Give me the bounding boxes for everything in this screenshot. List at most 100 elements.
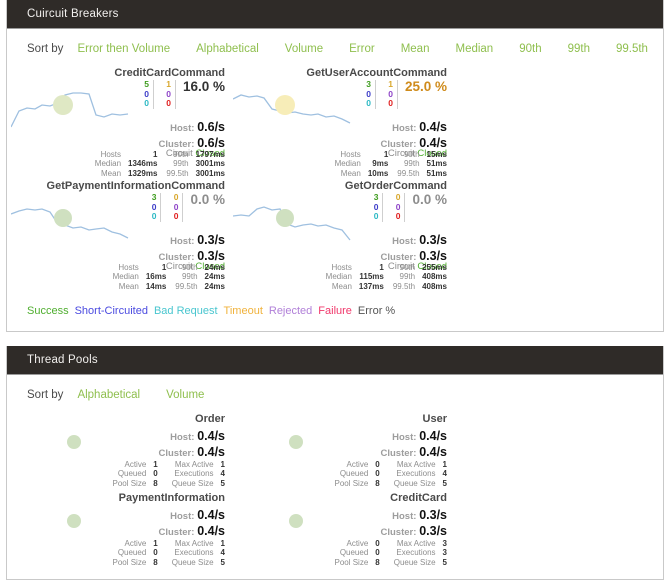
thread-pools-body: Sort by Alphabetical Volume Order Host: 0.4… <box>7 375 663 579</box>
rate-block: Host: 0.4/s Cluster: 0.4/s <box>381 429 448 461</box>
circuit-sort-volume[interactable]: Volume <box>285 43 323 55</box>
hosts-value: 1 <box>161 262 167 272</box>
pool-size-value: 8 <box>375 478 380 488</box>
bad-request-count: 0 <box>144 98 149 108</box>
volume-blip <box>53 95 73 115</box>
cluster-rate-label: Cluster: <box>380 527 417 538</box>
volume-blip <box>289 435 303 449</box>
p90-label: 90th <box>173 149 189 159</box>
p90-value: 15ms <box>426 149 447 159</box>
threadpool-sort-alphabetical[interactable]: Alphabetical <box>77 389 140 401</box>
sparkline-chart <box>11 194 131 246</box>
host-rate-label: Host: <box>170 236 195 247</box>
p90-value: 255ms <box>422 262 447 272</box>
circuit-breaker-card[interactable]: GetOrderCommand 3 0 0 0 0 0 0.0 % Host: 0.3/s Clu… <box>231 180 453 293</box>
thread-pools-panel: Thread Pools Sort by Alphabetical Volume O… <box>6 346 664 580</box>
circuit-breaker-card[interactable]: GetUserAccountCommand 3 0 0 1 0 0 25.0 % Host: 0… <box>231 67 453 180</box>
pool-size-label: Pool Size <box>112 478 147 488</box>
circuit-sort-bar: Sort by Error then Volume Alphabetical Volu… <box>7 29 663 63</box>
median-value: 16ms <box>145 272 167 281</box>
host-rate-label: Host: <box>392 123 417 134</box>
p99-label: 99th <box>403 159 420 168</box>
cluster-rate-label: Cluster: <box>380 448 417 459</box>
queue-size-value: 5 <box>220 557 225 567</box>
hosts-label: Hosts <box>331 262 352 272</box>
mean-value: 14ms <box>145 281 167 291</box>
queue-size-label: Queue Size <box>171 478 214 488</box>
host-rate-value: 0.6/s <box>197 120 225 134</box>
circuit-sort-90th[interactable]: 90th <box>519 43 541 55</box>
mean-label: Mean <box>340 168 361 178</box>
thread-pool-card[interactable]: CreditCard Host: 0.3/s Cluster: 0.3/s Activ… <box>231 492 453 571</box>
circuit-command-name: GetUserAccountCommand <box>306 67 447 79</box>
median-value: 115ms <box>359 272 384 281</box>
volume-blip <box>67 514 81 528</box>
p995-value: 51ms <box>426 168 447 178</box>
hystrix-dashboard: Cuircuit Breakers Sort by Error then Volu… <box>0 0 670 580</box>
max-active-value: 3 <box>442 538 447 548</box>
counter-column-left: 300 <box>353 79 376 109</box>
cluster-rate-label: Cluster: <box>158 448 195 459</box>
circuit-breaker-card[interactable]: CreditCardCommand 5 0 0 1 0 0 16.0 % Host: 0.6/s… <box>9 67 231 180</box>
circuit-sort-mean[interactable]: Mean <box>401 43 430 55</box>
thread-pool-name: User <box>422 413 447 425</box>
p99-value: 408ms <box>422 272 447 281</box>
circuit-command-name: GetPaymentInformationCommand <box>46 180 225 192</box>
circuit-breaker-card[interactable]: GetPaymentInformationCommand 3 0 0 0 0 0 0.0 % H… <box>9 180 231 293</box>
latency-stats-right: 90th 99th 99.5th 24ms 24ms 24ms <box>175 263 225 292</box>
latency-stats: Hosts Median Mean 1 9ms 10ms 90th 99th 99.5th 15m… <box>326 150 447 179</box>
queue-size-label: Queue Size <box>171 557 214 567</box>
threadpool-sort-label: Sort by <box>27 389 64 401</box>
median-label: Median <box>334 159 361 168</box>
error-percentage: 16.0 % <box>182 79 225 94</box>
host-rate-value: 0.3/s <box>419 233 447 247</box>
hosts-label: Hosts <box>340 149 361 159</box>
host-rate-value: 0.3/s <box>419 508 447 522</box>
active-label: Active <box>124 538 147 548</box>
circuit-sort-995th[interactable]: 99.5th <box>616 43 648 55</box>
executions-label: Executions <box>174 548 214 557</box>
hosts-value: 1 <box>383 149 389 159</box>
host-rate-label: Host: <box>392 432 417 443</box>
p90-label: 90th <box>403 149 420 159</box>
p99-label: 99th <box>173 159 189 168</box>
max-active-label: Max Active <box>396 538 436 548</box>
circuit-breaker-grid: CreditCardCommand 5 0 0 1 0 0 16.0 % Host: 0.6/s… <box>7 63 663 293</box>
sparkline-chart <box>11 81 131 133</box>
thread-pool-card[interactable]: PaymentInformation Host: 0.4/s Cluster: 0.… <box>9 492 231 571</box>
thread-pool-card[interactable]: User Host: 0.4/s Cluster: 0.4/s Active Queue… <box>231 413 453 492</box>
pool-size-label: Pool Size <box>334 557 369 567</box>
max-active-label: Max Active <box>396 459 436 469</box>
volume-blip <box>289 514 303 528</box>
thread-pool-card[interactable]: Order Host: 0.4/s Cluster: 0.4/s Active Queu… <box>9 413 231 492</box>
circuit-sort-median[interactable]: Median <box>455 43 493 55</box>
thread-pool-stats: Active Queued Pool Size 0 0 8 Max Active Execut… <box>334 539 447 568</box>
thread-pool-name: Order <box>195 413 225 425</box>
queued-value: 0 <box>153 548 158 557</box>
circuit-sort-99th[interactable]: 99th <box>568 43 590 55</box>
median-value: 9ms <box>372 159 389 168</box>
host-rate-value: 0.4/s <box>197 508 225 522</box>
queue-size-value: 5 <box>442 478 447 488</box>
counter-column-right: 000 <box>161 192 184 222</box>
sparkline-chart <box>233 194 353 246</box>
sparkline-chart <box>233 81 353 133</box>
legend-item: Short-Circuited <box>74 305 148 317</box>
latency-stats: Hosts Median Mean 1 1346ms 1329ms 90th 99th 99.5… <box>86 150 225 179</box>
median-value: 1346ms <box>128 159 158 168</box>
pool-size-value: 8 <box>153 478 158 488</box>
latency-stats: Hosts Median Mean 1 16ms 14ms 90th 99th 99.5th 24… <box>104 263 225 292</box>
threadpool-sort-volume[interactable]: Volume <box>166 389 204 401</box>
counter-block: 3 0 0 0 0 0 0.0 % <box>360 192 447 222</box>
thread-pool-stats: Active Queued Pool Size 0 0 8 Max Active Execut… <box>334 460 447 489</box>
pool-size-label: Pool Size <box>334 478 369 488</box>
circuit-sort-error-then-volume[interactable]: Error then Volume <box>77 43 170 55</box>
queue-size-value: 5 <box>220 478 225 488</box>
circuit-sort-error[interactable]: Error <box>349 43 375 55</box>
circuit-sort-alphabetical[interactable]: Alphabetical <box>196 43 259 55</box>
counter-column-right: 100 <box>376 79 398 109</box>
host-rate-label: Host: <box>170 123 195 134</box>
failure-count: 0 <box>173 211 179 221</box>
host-rate-label: Host: <box>392 236 417 247</box>
host-rate-value: 0.4/s <box>419 120 447 134</box>
